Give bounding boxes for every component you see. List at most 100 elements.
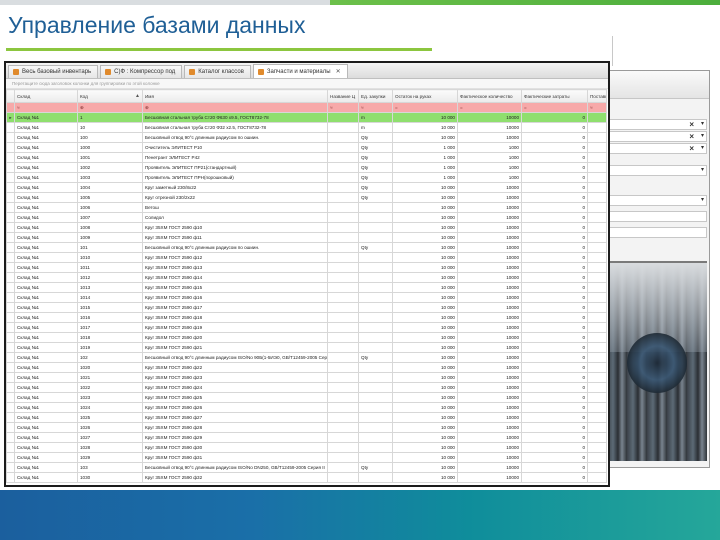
cell-supplier[interactable] <box>587 262 607 273</box>
table-row[interactable]: Склад №1 1020 Круг 35ХМ ГОСТ 2590 ф22 10 00… <box>6 362 607 373</box>
row-indicator[interactable] <box>6 452 15 463</box>
cell-cost[interactable]: 0 <box>521 402 588 413</box>
cell-qty[interactable]: 10000 <box>457 332 522 343</box>
tab-compressor[interactable]: С)Ф : Компрессор под <box>100 65 183 78</box>
cell-code[interactable]: 1026 <box>77 422 143 433</box>
cell-unit[interactable] <box>358 382 393 393</box>
cell-code[interactable]: 1007 <box>77 212 143 223</box>
row-indicator[interactable] <box>6 322 15 333</box>
tab-base-inventory[interactable]: Весь базовый инвентарь <box>8 65 99 78</box>
cell-stock[interactable]: 10 000 <box>392 282 458 293</box>
cell-qty[interactable]: 1000 <box>457 162 522 173</box>
cell-unit[interactable] <box>358 392 393 403</box>
cell-name[interactable]: Проявитель ЭЛИТЕСТ ПРН(порошковый) <box>142 172 328 183</box>
cell-warehouse[interactable]: Склад №1 <box>14 292 78 303</box>
cell-name-c[interactable] <box>327 142 359 153</box>
cell-qty[interactable]: 10000 <box>457 132 522 143</box>
cell-qty[interactable]: 10000 <box>457 272 522 283</box>
cell-name[interactable]: Ветош <box>142 202 328 213</box>
cell-name-c[interactable] <box>327 182 359 193</box>
cell-warehouse[interactable]: Склад №1 <box>14 112 78 123</box>
cell-warehouse[interactable]: Склад №1 <box>14 412 78 423</box>
cell-code[interactable]: 1020 <box>77 362 143 373</box>
cell-stock[interactable]: 1 000 <box>392 172 458 183</box>
row-indicator[interactable] <box>6 302 15 313</box>
cell-qty[interactable]: 10000 <box>457 422 522 433</box>
cell-name[interactable]: Круг 35ХМ ГОСТ 2590 ф20 <box>142 332 328 343</box>
table-row[interactable]: Склад №1 1022 Круг 35ХМ ГОСТ 2590 ф24 10 00… <box>6 382 607 393</box>
cell-name-c[interactable] <box>327 342 359 353</box>
cell-cost[interactable]: 0 <box>521 272 588 283</box>
column-header[interactable]: Ед. закупки <box>358 89 393 103</box>
cell-unit[interactable] <box>358 262 393 273</box>
cell-code[interactable]: 1006 <box>77 202 143 213</box>
cell-name-c[interactable] <box>327 292 359 303</box>
cell-warehouse[interactable]: Склад №1 <box>14 442 78 453</box>
cell-warehouse[interactable]: Склад №1 <box>14 282 78 293</box>
cell-code[interactable]: 1011 <box>77 262 143 273</box>
cell-stock[interactable]: 10 000 <box>392 432 458 443</box>
cell-qty[interactable]: 10000 <box>457 292 522 303</box>
clear-icon[interactable]: × <box>689 132 694 141</box>
cell-code[interactable]: 1018 <box>77 332 143 343</box>
cell-name-c[interactable] <box>327 222 359 233</box>
column-header[interactable]: Склад <box>14 89 78 103</box>
table-row[interactable]: Склад №1 1028 Круг 35ХМ ГОСТ 2590 ф30 10 00… <box>6 442 607 453</box>
cell-name-c[interactable] <box>327 362 359 373</box>
cell-stock[interactable]: 10 000 <box>392 472 458 483</box>
cell-cost[interactable]: 0 <box>521 152 588 163</box>
cell-name[interactable]: Проявитель ЭЛИТЕСТ ПР21(стандартный) <box>142 162 328 173</box>
cell-cost[interactable]: 0 <box>521 252 588 263</box>
cell-unit[interactable]: Qty <box>358 132 393 143</box>
row-indicator[interactable] <box>6 402 15 413</box>
cell-warehouse[interactable]: Склад №1 <box>14 312 78 323</box>
cell-unit[interactable] <box>358 422 393 433</box>
column-header[interactable]: Фактические затраты <box>521 89 588 103</box>
cell-supplier[interactable] <box>587 452 607 463</box>
cell-warehouse[interactable]: Склад №1 <box>14 342 78 353</box>
cell-supplier[interactable] <box>587 222 607 233</box>
filter-cell[interactable]: = <box>457 102 522 113</box>
cell-warehouse[interactable]: Склад №1 <box>14 472 78 483</box>
cell-cost[interactable]: 0 <box>521 262 588 273</box>
table-row[interactable]: Склад №1 1014 Круг 35ХМ ГОСТ 2590 ф16 10 00… <box>6 292 607 303</box>
cell-supplier[interactable] <box>587 392 607 403</box>
cell-unit[interactable] <box>358 452 393 463</box>
cell-code[interactable]: 1000 <box>77 142 143 153</box>
cell-stock[interactable]: 1 000 <box>392 152 458 163</box>
cell-stock[interactable]: 10 000 <box>392 382 458 393</box>
table-row[interactable]: Склад №1 1029 Круг 35ХМ ГОСТ 2590 ф31 10 00… <box>6 452 607 463</box>
cell-name-c[interactable] <box>327 202 359 213</box>
cell-name-c[interactable] <box>327 442 359 453</box>
cell-cost[interactable]: 0 <box>521 242 588 253</box>
cell-supplier[interactable] <box>587 152 607 163</box>
chevron-down-icon[interactable]: ▾ <box>701 166 704 175</box>
cell-warehouse[interactable]: Склад №1 <box>14 322 78 333</box>
cell-supplier[interactable] <box>587 292 607 303</box>
filter-cell[interactable]: ≈ <box>327 102 359 113</box>
cell-code[interactable]: 1019 <box>77 342 143 353</box>
cell-supplier[interactable] <box>587 372 607 383</box>
cell-warehouse[interactable]: Склад №1 <box>14 162 78 173</box>
cell-code[interactable]: 1 <box>77 112 143 123</box>
cell-code[interactable]: 1017 <box>77 322 143 333</box>
cell-name-c[interactable] <box>327 412 359 423</box>
table-row[interactable]: ▸ Склад №1 1 Бесшовная стальная труба Ст20 … <box>6 112 607 123</box>
cell-qty[interactable]: 10000 <box>457 392 522 403</box>
cell-qty[interactable]: 10000 <box>457 352 522 363</box>
cell-code[interactable]: 1012 <box>77 272 143 283</box>
filter-cell[interactable]: ≈ <box>14 102 78 113</box>
cell-qty[interactable]: 1000 <box>457 172 522 183</box>
cell-qty[interactable]: 10000 <box>457 222 522 233</box>
cell-unit[interactable] <box>358 202 393 213</box>
cell-stock[interactable]: 10 000 <box>392 132 458 143</box>
cell-warehouse[interactable]: Склад №1 <box>14 172 78 183</box>
row-indicator[interactable] <box>6 382 15 393</box>
cell-code[interactable]: 1029 <box>77 452 143 463</box>
cell-name-c[interactable] <box>327 242 359 253</box>
cell-name[interactable]: Круг заметный 230/8х22 <box>142 182 328 193</box>
cell-name-c[interactable] <box>327 262 359 273</box>
cell-name[interactable]: Очиститель ЭЛИТЕСТ Р10 <box>142 142 328 153</box>
cell-qty[interactable]: 10000 <box>457 442 522 453</box>
cell-unit[interactable] <box>358 372 393 383</box>
